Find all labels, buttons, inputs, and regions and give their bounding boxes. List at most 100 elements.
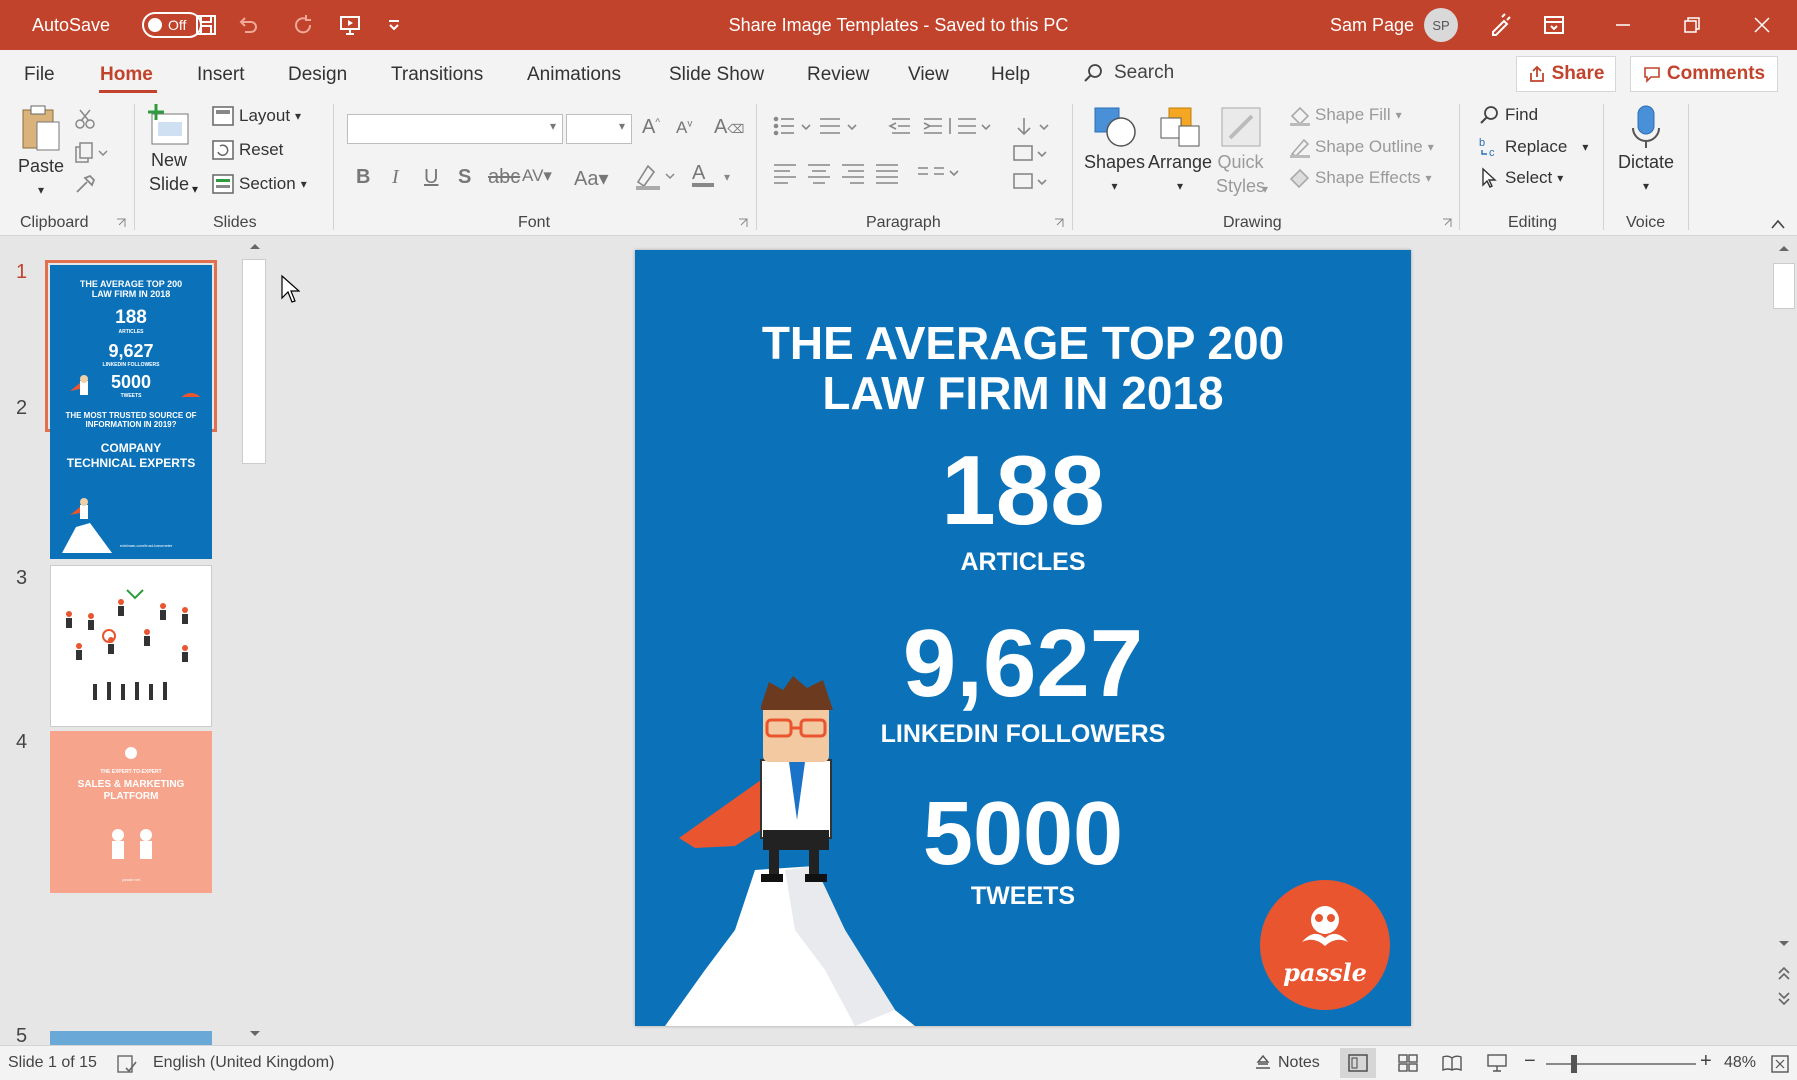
scroll-down-icon[interactable] xyxy=(1777,939,1791,949)
reading-view-icon[interactable] xyxy=(1442,1054,1462,1072)
tab-animations[interactable]: Animations xyxy=(527,64,621,86)
language-indicator[interactable]: English (United Kingdom) xyxy=(153,1054,334,1072)
new-slide-button[interactable]: New Slide xyxy=(146,104,192,196)
redo-icon[interactable] xyxy=(292,13,316,37)
slide-thumbnail-2[interactable]: THE MOST TRUSTED SOURCE OF INFORMATION IN… xyxy=(50,397,212,559)
tab-design[interactable]: Design xyxy=(288,64,347,86)
underline-icon[interactable]: U xyxy=(424,166,438,189)
copy-icon[interactable] xyxy=(74,142,110,164)
scroll-up-icon[interactable] xyxy=(248,241,262,251)
designer-pen-icon[interactable] xyxy=(1488,13,1512,37)
comments-button[interactable]: Comments xyxy=(1630,56,1778,92)
format-painter-icon[interactable] xyxy=(74,174,96,196)
present-from-beginning-icon[interactable] xyxy=(338,13,362,37)
change-case-icon[interactable]: Aa▾ xyxy=(574,166,609,191)
italic-icon[interactable]: I xyxy=(392,166,399,189)
dialog-launcher-icon[interactable] xyxy=(738,218,748,228)
shape-fill-button[interactable]: Shape Fill ▾ xyxy=(1288,104,1402,126)
dictate-button[interactable]: Dictate ▾ xyxy=(1618,104,1674,198)
slide-canvas[interactable]: THE AVERAGE TOP 200 LAW FIRM IN 2018 188… xyxy=(635,250,1411,1026)
superhero-on-mountain-illustration[interactable] xyxy=(665,670,925,1026)
strikethrough-icon[interactable]: abc xyxy=(488,166,520,189)
quick-styles-button[interactable]: Quick Styles xyxy=(1216,104,1265,198)
slideshow-view-icon[interactable] xyxy=(1486,1053,1508,1073)
normal-view-button[interactable] xyxy=(1340,1048,1376,1078)
minimize-button[interactable] xyxy=(1593,0,1653,50)
zoom-level[interactable]: 48% xyxy=(1724,1054,1756,1072)
shape-effects-button[interactable]: Shape Effects ▾ xyxy=(1288,167,1432,189)
reset-button[interactable]: Reset xyxy=(212,140,283,160)
spell-check-icon[interactable] xyxy=(116,1054,138,1074)
stat-articles-label[interactable]: ARTICLES xyxy=(635,548,1411,577)
save-icon[interactable] xyxy=(194,13,218,37)
slide-title[interactable]: THE AVERAGE TOP 200 LAW FIRM IN 2018 xyxy=(635,318,1411,418)
paragraph-list-tools[interactable] xyxy=(772,114,1072,140)
dialog-launcher-icon[interactable] xyxy=(1054,218,1064,228)
dialog-launcher-icon[interactable] xyxy=(1442,218,1452,228)
text-direction-icons[interactable] xyxy=(1012,144,1058,194)
font-name-combobox[interactable]: ▾ xyxy=(347,114,563,144)
paste-button[interactable]: Paste ▾ xyxy=(18,104,64,202)
section-button[interactable]: Section ▾ xyxy=(212,174,307,194)
thumbnail-scrollbar[interactable] xyxy=(242,237,268,1045)
font-color-icon[interactable]: A xyxy=(692,162,714,187)
text-shadow-icon[interactable]: S xyxy=(458,166,471,189)
previous-slide-icon[interactable] xyxy=(1777,967,1791,981)
scrollbar-thumb[interactable] xyxy=(1773,263,1795,309)
collapse-ribbon-icon[interactable] xyxy=(1770,218,1786,230)
customize-quick-access-icon[interactable] xyxy=(382,13,406,37)
scroll-down-icon[interactable] xyxy=(248,1029,262,1039)
slide-thumbnail-3[interactable] xyxy=(50,565,212,727)
zoom-in-button[interactable]: + xyxy=(1700,1050,1712,1073)
close-button[interactable] xyxy=(1732,0,1792,50)
paragraph-alignment-tools[interactable] xyxy=(772,160,1032,186)
ribbon-display-options-icon[interactable] xyxy=(1542,13,1566,37)
slide-thumbnail-5[interactable] xyxy=(50,1031,212,1045)
font-size-combobox[interactable]: ▾ xyxy=(566,114,632,144)
zoom-slider-thumb[interactable] xyxy=(1571,1055,1577,1073)
cut-icon[interactable] xyxy=(74,108,96,130)
bold-icon[interactable]: B xyxy=(356,166,370,189)
chevron-down-icon[interactable]: ▾ xyxy=(724,170,730,184)
slide-thumbnail-4[interactable]: THE EXPERT-TO-EXPERT SALES & MARKETING PL… xyxy=(50,731,212,893)
share-button[interactable]: Share xyxy=(1516,56,1616,92)
search-box[interactable]: Search xyxy=(1082,62,1174,84)
editor-scrollbar[interactable] xyxy=(1771,237,1797,1045)
tab-home[interactable]: Home xyxy=(100,64,153,86)
passle-logo[interactable]: passle xyxy=(1260,880,1390,1010)
decrease-font-size-icon[interactable]: Av xyxy=(676,118,692,138)
avatar[interactable]: SP xyxy=(1424,8,1458,42)
replace-button[interactable]: bc Replace ▾ xyxy=(1478,136,1588,158)
zoom-slider-track[interactable] xyxy=(1546,1063,1696,1065)
scroll-up-icon[interactable] xyxy=(1777,243,1791,253)
fit-slide-icon[interactable] xyxy=(1770,1054,1790,1074)
next-slide-icon[interactable] xyxy=(1777,991,1791,1005)
tab-review[interactable]: Review xyxy=(807,64,869,86)
slide-sorter-icon[interactable] xyxy=(1398,1054,1418,1072)
increase-font-size-icon[interactable]: A^ xyxy=(642,116,660,139)
stat-articles-value[interactable]: 188 xyxy=(635,440,1411,540)
tab-file[interactable]: File xyxy=(24,64,55,86)
scrollbar-thumb[interactable] xyxy=(242,259,266,464)
clear-formatting-icon[interactable]: A⌫ xyxy=(714,116,744,139)
dialog-launcher-icon[interactable] xyxy=(116,218,126,228)
tab-insert[interactable]: Insert xyxy=(197,64,245,86)
layout-button[interactable]: Layout ▾ xyxy=(212,106,301,126)
character-spacing-icon[interactable]: AV▾ xyxy=(522,166,552,186)
arrange-button[interactable]: Arrange ▾ xyxy=(1148,104,1212,198)
user-name[interactable]: Sam Page xyxy=(1330,0,1414,50)
tab-slide-show[interactable]: Slide Show xyxy=(669,64,764,86)
autosave-toggle[interactable]: Off xyxy=(142,12,202,38)
shape-outline-button[interactable]: Shape Outline ▾ xyxy=(1288,136,1434,158)
tab-view[interactable]: View xyxy=(908,64,949,86)
tab-help[interactable]: Help xyxy=(991,64,1030,86)
highlight-color-icon[interactable] xyxy=(634,162,678,192)
chevron-down-icon[interactable]: ▾ xyxy=(1262,182,1268,196)
find-button[interactable]: Find xyxy=(1478,104,1538,126)
select-button[interactable]: Select ▾ xyxy=(1478,167,1563,189)
restore-button[interactable] xyxy=(1662,0,1722,50)
undo-icon[interactable] xyxy=(236,13,260,37)
zoom-out-button[interactable]: − xyxy=(1524,1050,1536,1073)
chevron-down-icon[interactable]: ▾ xyxy=(192,182,198,196)
tab-transitions[interactable]: Transitions xyxy=(391,64,483,86)
